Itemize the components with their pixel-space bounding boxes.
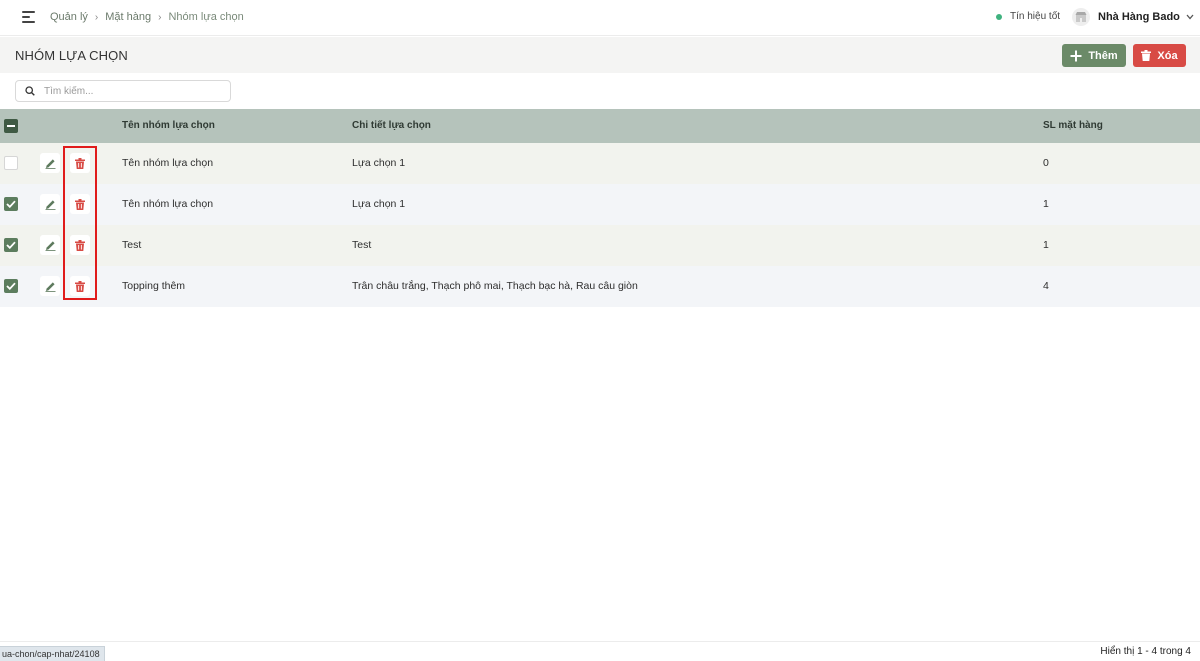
breadcrumb-item-nhom-lua-chon: Nhóm lựa chọn [168,11,244,23]
search-icon [25,86,35,96]
plus-icon [1070,50,1082,62]
option-group-table: Tên nhóm lựa chọn Chi tiết lựa chọn SL m… [0,109,1200,307]
trash-icon[interactable] [70,276,90,296]
column-header-details: Chi tiết lựa chọn [352,120,431,131]
signal-dot-icon [996,13,1002,20]
page-title: NHÓM LỰA CHỌN [15,48,128,63]
edit-icon[interactable] [40,153,60,173]
table-row[interactable]: Tên nhóm lựa chọn Lựa chọn 1 1 [0,184,1200,225]
edit-icon[interactable] [40,194,60,214]
search-box [15,80,231,102]
chevron-right-icon: › [94,11,99,23]
column-header-count: SL mặt hàng [1043,120,1103,131]
delete-button[interactable]: Xóa [1133,44,1186,67]
row-count: 1 [1043,198,1049,210]
restaurant-selector[interactable]: Nhà Hàng Bado [1072,8,1194,26]
row-name: Tên nhóm lựa chọn [122,157,214,169]
row-count: 0 [1043,157,1049,169]
breadcrumb-item-mat-hang[interactable]: Mặt hàng [105,11,151,23]
edit-icon[interactable] [40,235,60,255]
trash-icon[interactable] [70,235,90,255]
row-details: Test [352,239,372,251]
status-bar-url: ua-chon/cap-nhat/24108 [0,646,105,661]
title-bar: NHÓM LỰA CHỌN Thêm Xóa [0,37,1200,73]
row-checkbox[interactable] [4,238,18,252]
signal-status: Tín hiệu tốt [996,11,1060,22]
pagination-info: Hiển thị 1 - 4 trong 4 [1100,646,1191,657]
row-details: Lựa chọn 1 [352,157,406,169]
row-checkbox[interactable] [4,279,18,293]
add-button[interactable]: Thêm [1062,44,1126,67]
trash-icon [1141,50,1152,61]
search-input[interactable] [44,85,214,97]
row-checkbox[interactable] [4,197,18,211]
row-name: Test [122,239,142,251]
table-row[interactable]: Topping thêm Trân châu trắng, Thạch phô … [0,266,1200,307]
chevron-right-icon: › [158,11,162,23]
breadcrumb-item-quan-ly[interactable]: Quản lý [50,11,88,23]
row-name: Tên nhóm lựa chọn [122,198,214,210]
restaurant-name: Nhà Hàng Bado [1098,11,1180,23]
row-name: Topping thêm [122,280,186,292]
row-checkbox[interactable] [4,156,18,170]
row-details: Lựa chọn 1 [352,198,406,210]
menu-icon[interactable] [22,11,36,24]
row-count: 4 [1043,280,1049,292]
delete-button-label: Xóa [1157,49,1178,62]
trash-icon[interactable] [70,153,90,173]
row-details: Trân châu trắng, Thạch phô mai, Thạch bạ… [352,280,638,292]
top-bar: Quản lý › Mặt hàng › Nhóm lựa chọn Tín h… [0,0,1200,36]
table-row[interactable]: Tên nhóm lựa chọn Lựa chọn 1 0 [0,143,1200,184]
breadcrumb: Quản lý › Mặt hàng › Nhóm lựa chọn [50,11,244,23]
footer-divider [0,641,1200,642]
table-row[interactable]: Test Test 1 [0,225,1200,266]
edit-icon[interactable] [40,276,60,296]
add-button-label: Thêm [1088,49,1118,62]
column-header-name: Tên nhóm lựa chọn [122,120,215,131]
row-count: 1 [1043,239,1049,251]
trash-icon[interactable] [70,194,90,214]
table-header: Tên nhóm lựa chọn Chi tiết lựa chọn SL m… [0,109,1200,143]
store-icon [1072,8,1090,26]
select-all-checkbox[interactable] [4,119,18,133]
signal-label: Tín hiệu tốt [1010,11,1061,22]
chevron-down-icon [1186,13,1194,22]
